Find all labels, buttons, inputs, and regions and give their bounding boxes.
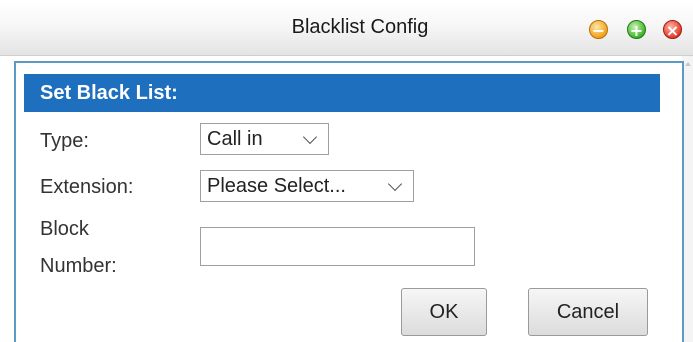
type-select-value: Call in [207, 128, 263, 150]
block-number-label-line2: Number: [40, 255, 117, 277]
chevron-down-icon [387, 176, 403, 192]
block-number-label-line1: Block [40, 218, 89, 240]
extension-select[interactable]: Please Select... [200, 170, 414, 202]
blacklist-config-window: Blacklist Config − + × Set Black List: T… [0, 0, 693, 342]
block-number-input[interactable] [200, 227, 475, 266]
type-label: Type: [40, 130, 89, 152]
section-header: Set Black List: [24, 74, 660, 112]
chevron-down-icon [302, 129, 318, 145]
scroll-up-icon[interactable] [685, 62, 691, 66]
extension-select-value: Please Select... [207, 175, 346, 197]
title-bar[interactable]: Blacklist Config − + × [0, 0, 693, 56]
extension-label: Extension: [40, 176, 134, 198]
type-select[interactable]: Call in [200, 123, 329, 155]
maximize-icon[interactable]: + [627, 20, 646, 40]
minimize-icon[interactable]: − [589, 20, 608, 40]
cancel-button[interactable]: Cancel [528, 288, 648, 336]
ok-button[interactable]: OK [401, 288, 487, 336]
close-icon[interactable]: × [663, 20, 682, 40]
